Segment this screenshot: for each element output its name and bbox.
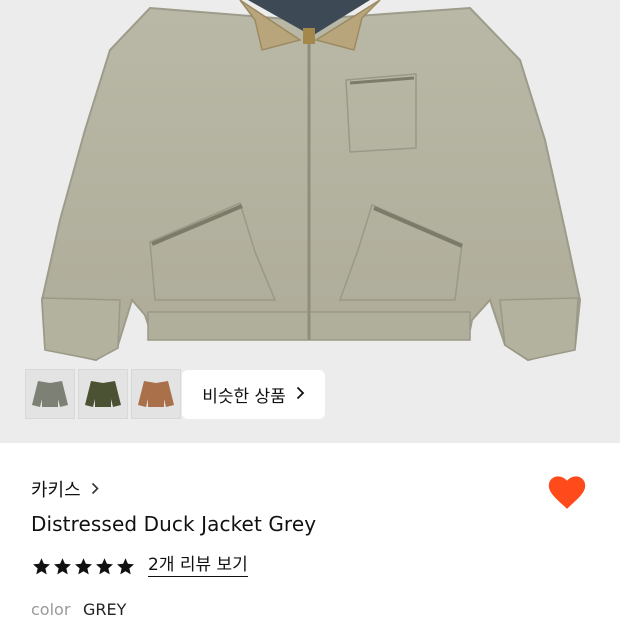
- thumbnail-strip: [25, 369, 181, 419]
- star-rating: [32, 557, 135, 576]
- wishlist-heart-button[interactable]: [548, 475, 586, 511]
- star-icon: [54, 557, 71, 574]
- brand-link[interactable]: 카키스: [31, 476, 99, 502]
- product-image-gallery[interactable]: 비슷한 상품: [0, 0, 620, 443]
- similar-products-button[interactable]: 비슷한 상품: [182, 370, 325, 419]
- similar-products-label: 비슷한 상품: [202, 387, 286, 407]
- chevron-right-icon: [296, 385, 305, 404]
- product-title: Distressed Duck Jacket Grey: [31, 512, 317, 536]
- color-option-row: color GREY: [31, 600, 126, 619]
- chevron-right-icon: [91, 480, 99, 499]
- jacket-thumbnail-brown: [138, 381, 174, 407]
- rating-row: 2개 리뷰 보기: [32, 555, 248, 577]
- color-option-label: color: [31, 600, 71, 619]
- star-icon: [33, 557, 50, 574]
- star-icon: [96, 557, 113, 574]
- brand-name: 카키스: [31, 480, 81, 501]
- heart-icon: [548, 476, 586, 509]
- star-icon: [117, 557, 134, 574]
- jacket-thumbnail-olive: [85, 381, 121, 407]
- thumbnail-grey[interactable]: [25, 369, 75, 419]
- thumbnail-brown[interactable]: [131, 369, 181, 419]
- view-reviews-link[interactable]: 2개 리뷰 보기: [148, 555, 248, 577]
- jacket-thumbnail-grey: [32, 381, 68, 407]
- thumbnail-olive[interactable]: [78, 369, 128, 419]
- color-option-value: GREY: [83, 600, 127, 619]
- star-icon: [75, 557, 92, 574]
